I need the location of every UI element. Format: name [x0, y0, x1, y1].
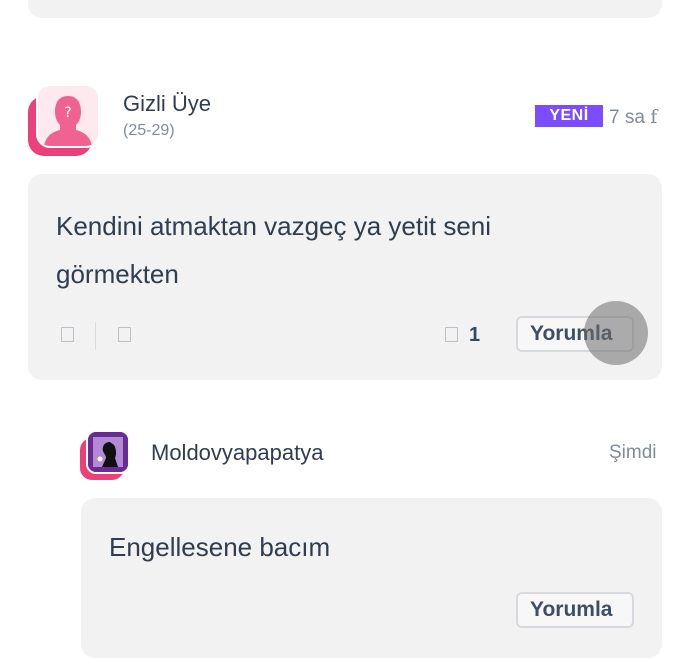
comment-icon [445, 327, 458, 342]
author-name[interactable]: Gizli Üye [123, 91, 211, 117]
reply-time: Şimdi [609, 442, 657, 463]
anonymous-user-icon: ? [44, 96, 92, 146]
share-icon[interactable]: f [650, 106, 657, 128]
post-body: Kendini atmaktan vazgeç ya yetit seni gö… [56, 211, 492, 289]
svg-text:?: ? [64, 105, 71, 121]
post-card: Kendini atmaktan vazgeç ya yetit seni gö… [28, 174, 662, 380]
new-badge: YENİ [535, 105, 603, 127]
reply-card: Engellesene bacım Yorumla [81, 498, 662, 658]
anonymous-avatar[interactable]: ? [28, 84, 100, 156]
like-icon[interactable] [61, 327, 74, 342]
reply-body: Engellesene bacım [109, 532, 331, 562]
reply-author-name[interactable]: Moldovyapapatya [151, 440, 323, 466]
touch-indicator [584, 301, 648, 365]
previous-comment-card [28, 0, 662, 18]
reply-avatar[interactable] [80, 430, 130, 480]
reply-comment-button[interactable]: Yorumla [516, 592, 634, 628]
comment-count: 1 [469, 324, 481, 346]
author-age: (25-29) [123, 122, 175, 139]
post-time: 7 sa f [609, 106, 658, 128]
profile-picture-icon [88, 432, 128, 472]
dislike-icon[interactable] [118, 327, 131, 342]
action-divider [95, 322, 96, 350]
